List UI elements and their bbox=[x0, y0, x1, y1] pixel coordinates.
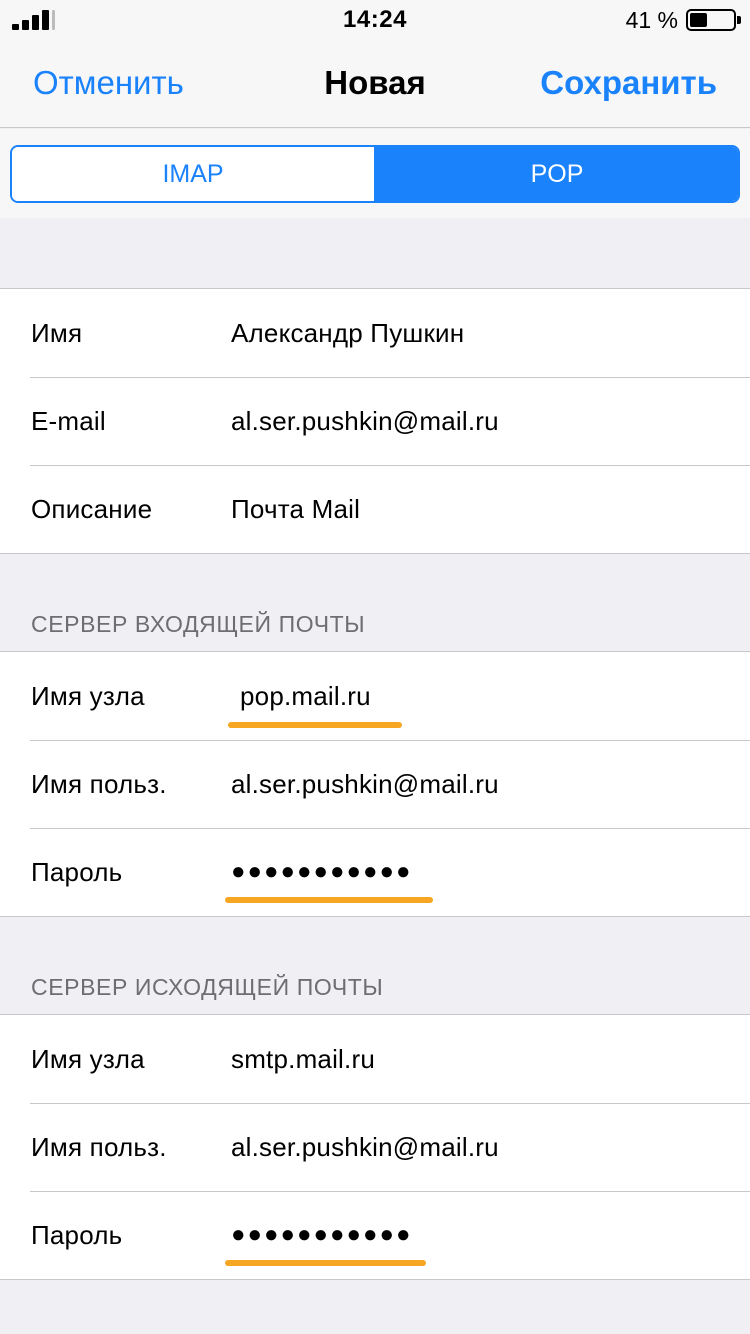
screen: 14:24 41 % Новая Отменить Сохранить IMAP… bbox=[0, 0, 750, 1334]
outgoing-password-field[interactable]: ●●●●●●●●●●● bbox=[231, 1221, 412, 1249]
row-email[interactable]: E-mail al.ser.pushkin@mail.ru bbox=[0, 377, 750, 465]
outgoing-user-label: Имя польз. bbox=[31, 1131, 167, 1162]
outgoing-user-field[interactable]: al.ser.pushkin@mail.ru bbox=[231, 1132, 499, 1163]
name-label: Имя bbox=[31, 317, 83, 348]
outgoing-host-label: Имя узла bbox=[31, 1043, 145, 1074]
account-type-segmented-control: IMAP POP bbox=[10, 145, 740, 203]
incoming-host-label: Имя узла bbox=[31, 680, 145, 711]
description-field[interactable]: Почта Mail bbox=[231, 494, 360, 525]
row-incoming-password[interactable]: Пароль ●●●●●●●●●●● bbox=[0, 828, 750, 916]
save-button[interactable]: Сохранить bbox=[540, 64, 717, 102]
outgoing-section-header: СЕРВЕР ИСХОДЯЩЕЙ ПОЧТЫ bbox=[31, 974, 384, 1000]
row-name[interactable]: Имя Александр Пушкин bbox=[0, 289, 750, 377]
battery-fill bbox=[690, 13, 708, 27]
segment-imap[interactable]: IMAP bbox=[12, 147, 374, 201]
row-outgoing-password[interactable]: Пароль ●●●●●●●●●●● bbox=[0, 1191, 750, 1279]
name-field[interactable]: Александр Пушкин bbox=[231, 318, 464, 349]
incoming-section-header: СЕРВЕР ВХОДЯЩЕЙ ПОЧТЫ bbox=[31, 611, 366, 637]
email-label: E-mail bbox=[31, 405, 106, 436]
row-incoming-user[interactable]: Имя польз. al.ser.pushkin@mail.ru bbox=[0, 740, 750, 828]
highlight-underline bbox=[225, 1260, 426, 1266]
status-bar: 14:24 41 % bbox=[0, 0, 750, 40]
incoming-server-group: Имя узла pop.mail.ru Имя польз. al.ser.p… bbox=[0, 651, 750, 917]
incoming-password-field[interactable]: ●●●●●●●●●●● bbox=[231, 858, 412, 886]
nav-bar: Новая Отменить Сохранить bbox=[0, 40, 750, 128]
row-outgoing-user[interactable]: Имя польз. al.ser.pushkin@mail.ru bbox=[0, 1103, 750, 1191]
incoming-user-label: Имя польз. bbox=[31, 768, 167, 799]
highlight-underline bbox=[225, 897, 433, 903]
segment-pop[interactable]: POP bbox=[374, 147, 738, 201]
incoming-host-field[interactable]: pop.mail.ru bbox=[240, 681, 371, 712]
account-type-area: IMAP POP bbox=[0, 129, 750, 218]
email-field[interactable]: al.ser.pushkin@mail.ru bbox=[231, 406, 499, 437]
row-incoming-host[interactable]: Имя узла pop.mail.ru bbox=[0, 652, 750, 740]
incoming-password-label: Пароль bbox=[31, 856, 123, 887]
battery-icon bbox=[686, 9, 741, 31]
outgoing-host-field[interactable]: smtp.mail.ru bbox=[231, 1044, 375, 1075]
battery-percent: 41 % bbox=[625, 7, 678, 33]
incoming-user-field[interactable]: al.ser.pushkin@mail.ru bbox=[231, 769, 499, 800]
row-description[interactable]: Описание Почта Mail bbox=[0, 465, 750, 553]
outgoing-server-group: Имя узла smtp.mail.ru Имя польз. al.ser.… bbox=[0, 1014, 750, 1280]
description-label: Описание bbox=[31, 493, 153, 524]
outgoing-password-label: Пароль bbox=[31, 1219, 123, 1250]
highlight-underline bbox=[228, 722, 402, 728]
cancel-button[interactable]: Отменить bbox=[33, 64, 184, 102]
account-info-group: Имя Александр Пушкин E-mail al.ser.pushk… bbox=[0, 288, 750, 554]
row-outgoing-host[interactable]: Имя узла smtp.mail.ru bbox=[0, 1015, 750, 1103]
